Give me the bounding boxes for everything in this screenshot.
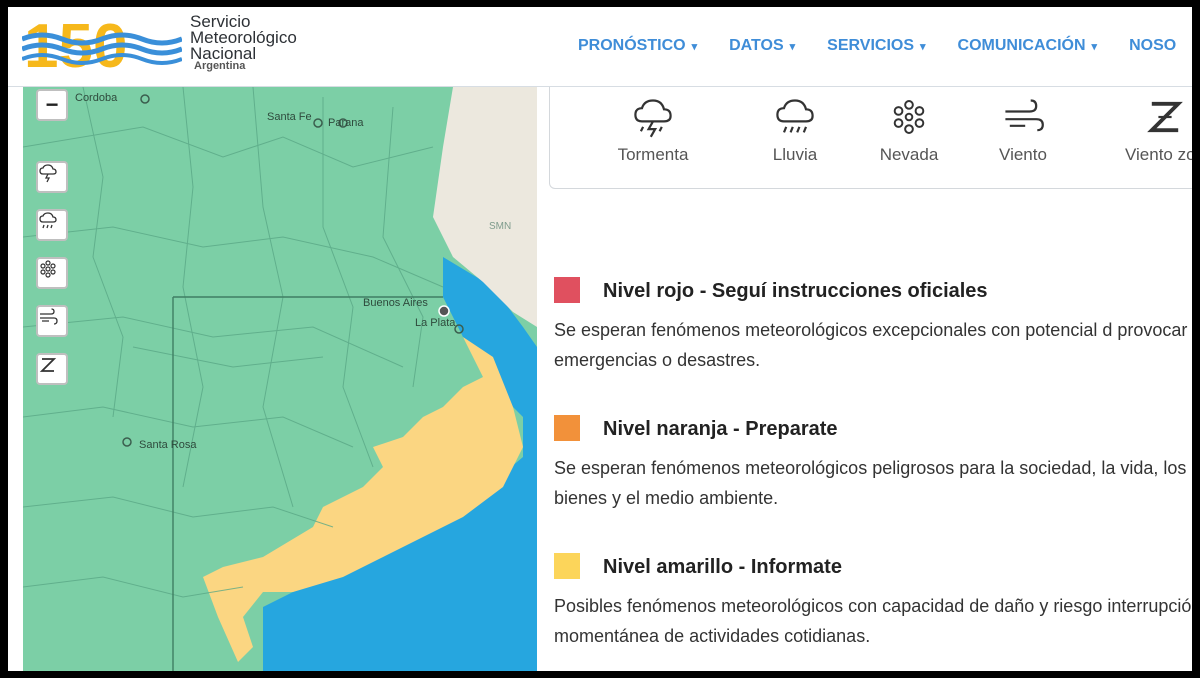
nav-nosotros[interactable]: NOSO <box>1129 37 1176 55</box>
city-label-buenos-aires: Buenos Aires <box>363 297 428 309</box>
phenomenon-viento[interactable]: Viento <box>968 95 1078 165</box>
map-watermark: SMN <box>489 221 512 232</box>
snow-icon <box>40 260 56 278</box>
rain-icon <box>39 212 57 229</box>
level-title: Nivel naranja - Preparate <box>603 418 838 440</box>
city-label-la-plata: La Plata <box>415 317 456 329</box>
phenomenon-lluvia[interactable]: Lluvia <box>740 95 850 165</box>
map-tool-wind[interactable] <box>36 305 68 337</box>
site-header: 150 Servicio Meteorológico Nacional Arge… <box>8 7 1192 87</box>
level-description: Posibles fenómenos meteorológicos con ca… <box>554 596 1192 646</box>
chevron-down-icon: ▾ <box>920 40 926 53</box>
nav-label: COMUNICACIÓN <box>957 37 1086 54</box>
nav-label: PRONÓSTICO <box>578 37 686 54</box>
level-description: Se esperan fenómenos meteorológicos peli… <box>554 458 1187 508</box>
smn-logo[interactable]: 150 Servicio Meteorológico Nacional Arge… <box>21 9 322 81</box>
browser-viewport: 150 Servicio Meteorológico Nacional Arge… <box>8 7 1192 671</box>
city-label-santa-fe: Santa Fe <box>267 111 312 123</box>
zonda-icon <box>39 358 57 372</box>
phenomena-card: Tormenta Lluvia Nevada Viento Viento zon <box>549 79 1192 189</box>
phenomenon-label: Nevada <box>879 145 939 164</box>
phenomenon-viento-zonda[interactable]: Viento zon <box>1110 95 1192 165</box>
nav-label: NOSO <box>1129 37 1177 54</box>
phenomenon-nevada[interactable]: Nevada <box>854 95 964 165</box>
red-swatch <box>554 277 580 303</box>
zoom-out-button[interactable]: − <box>36 89 68 121</box>
city-label-cordoba: Cordoba <box>75 92 118 104</box>
phenomenon-label: Tormenta <box>617 145 689 164</box>
storm-icon <box>39 164 57 183</box>
phenomenon-label: Viento <box>999 145 1047 164</box>
minus-icon: − <box>45 92 59 117</box>
chevron-down-icon: ▾ <box>789 40 796 53</box>
nav-label: DATOS <box>729 37 784 54</box>
zonda-icon <box>1147 101 1183 133</box>
nav-label: SERVICIOS <box>827 37 914 54</box>
chevron-down-icon: ▾ <box>691 40 698 53</box>
wind-icon <box>1005 99 1044 132</box>
city-label-parana: Parana <box>328 117 364 129</box>
map-tool-snow[interactable] <box>36 257 68 289</box>
nav-comunicacion[interactable]: COMUNICACIÓN ▾ <box>958 37 1098 55</box>
alert-map[interactable]: Cordoba Santa Fe Parana Buenos Aires La … <box>23 87 537 671</box>
city-marker <box>438 305 450 317</box>
rain-icon <box>776 99 814 133</box>
level-description: Se esperan fenómenos meteorológicos exce… <box>554 320 1188 370</box>
phenomenon-label: Viento zon <box>1124 145 1192 164</box>
city-label-santa-rosa: Santa Rosa <box>139 439 197 451</box>
yellow-swatch <box>554 553 580 579</box>
main-nav: PRONÓSTICO ▾ DATOS ▾ SERVICIOS ▾ COMUNICACI… <box>578 37 1192 55</box>
map-tool-storm[interactable] <box>36 161 68 193</box>
orange-swatch <box>554 415 580 441</box>
nav-servicios[interactable]: SERVICIOS ▾ <box>827 37 925 55</box>
smn-150-logo-icon: 150 <box>21 12 183 81</box>
wind-icon <box>40 308 58 325</box>
storm-icon <box>634 99 672 138</box>
map-tool-zonda[interactable] <box>36 353 68 385</box>
nav-datos[interactable]: DATOS ▾ <box>729 37 795 55</box>
nav-pronostico[interactable]: PRONÓSTICO ▾ <box>578 37 697 55</box>
map-tool-rain[interactable] <box>36 209 68 241</box>
phenomenon-tormenta[interactable]: Tormenta <box>598 95 708 165</box>
phenomenon-label: Lluvia <box>772 145 818 164</box>
snow-icon <box>893 100 925 134</box>
brand-line-4: Argentina <box>194 60 246 72</box>
level-title: Nivel rojo - Seguí instrucciones oficial… <box>603 280 988 302</box>
map-canvas <box>23 87 537 671</box>
chevron-down-icon: ▾ <box>1091 40 1098 53</box>
level-title: Nivel amarillo - Informate <box>603 556 842 578</box>
